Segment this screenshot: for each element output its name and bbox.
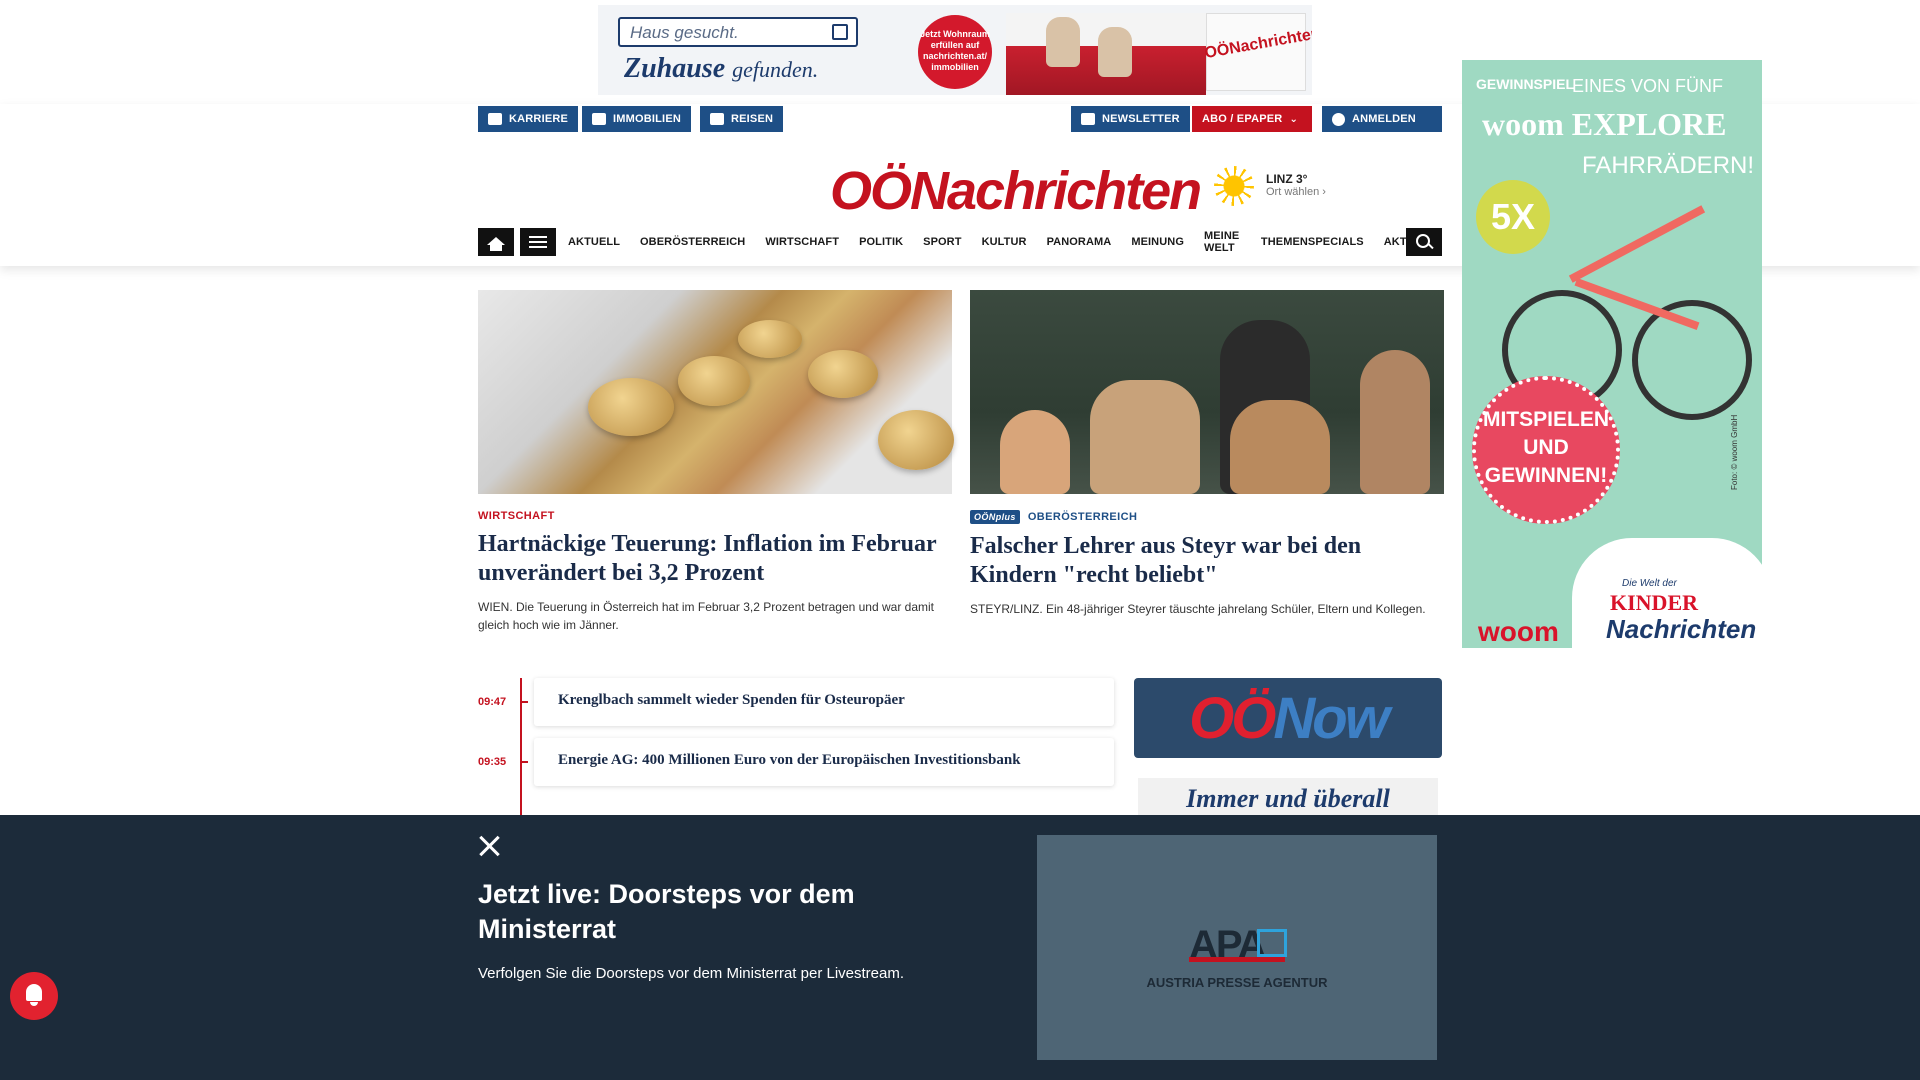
- overlay-title[interactable]: Jetzt live: Doorsteps vor dem Ministerra…: [478, 877, 918, 947]
- woom-logo: woom: [1478, 616, 1559, 647]
- ad-line: EINES VON FÜNF: [1572, 76, 1724, 96]
- weather-city: LINZ 3°: [1266, 172, 1308, 186]
- ad-burst: Jetzt Wohnraum erfüllen auf nachrichten.…: [918, 15, 992, 89]
- user-icon: [1332, 112, 1345, 126]
- ticker-row[interactable]: 09:35 Energie AG: 400 Millionen Euro von…: [478, 738, 1114, 786]
- bank-icon: [592, 113, 606, 125]
- plus-badge: OÖNplus: [970, 510, 1020, 524]
- site-logo[interactable]: OÖNachrichten: [830, 160, 1202, 222]
- ad-small-text: Die Welt der: [1622, 578, 1677, 589]
- article-title[interactable]: Falscher Lehrer aus Steyr war bei den Ki…: [970, 532, 1444, 590]
- live-overlay: Jetzt live: Doorsteps vor dem Ministerra…: [0, 815, 1920, 1080]
- reisen-button[interactable]: REISEN: [700, 106, 784, 132]
- choose-location-label: Ort wählen: [1266, 186, 1320, 198]
- home-icon[interactable]: [478, 228, 514, 256]
- article-title[interactable]: Hartnäckige Teuerung: Inflation im Febru…: [478, 530, 952, 588]
- reisen-label: REISEN: [731, 113, 774, 125]
- ticker-time: 09:47: [478, 696, 507, 708]
- ad-search-text: Haus gesucht.: [630, 23, 739, 42]
- abo-epaper-button[interactable]: ABO / EPAPER ⌄: [1192, 106, 1312, 132]
- nav-item-aktuell[interactable]: AKTUELL: [568, 236, 620, 248]
- ticker-time: 09:35: [478, 756, 507, 768]
- video-player[interactable]: APA AUSTRIA PRESSE AGENTUR: [1037, 835, 1437, 1060]
- karriere-button[interactable]: KARRIERE: [478, 106, 579, 132]
- briefcase-icon: [488, 113, 502, 125]
- apa-logo: APA: [1189, 923, 1289, 967]
- chevron-right-icon: ›: [1322, 186, 1326, 198]
- ad-line: FAHRRÄDERN!: [1582, 152, 1755, 179]
- ad-search-box: Haus gesucht.: [618, 17, 858, 47]
- nav-item-wirtschaft[interactable]: WIRTSCHAFT: [765, 236, 839, 248]
- ticker-row[interactable]: 09:47 Krenglbach sammelt wieder Spenden …: [478, 678, 1114, 726]
- nav-item-oberoesterreich[interactable]: OBERÖSTERREICH: [640, 236, 745, 248]
- kinder-logo: KINDER: [1610, 590, 1699, 615]
- article-teaser: STEYR/LINZ. Ein 48-jähriger Steyrer täus…: [970, 602, 1426, 616]
- house-icon: [832, 24, 848, 40]
- weather-widget[interactable]: LINZ 3° Ort wählen ›: [1214, 164, 1344, 208]
- chevron-down-icon: ⌄: [1289, 113, 1299, 125]
- nav-item-meine-welt[interactable]: MEINE WELT: [1204, 230, 1241, 254]
- close-icon[interactable]: [478, 835, 500, 857]
- top-ad-banner[interactable]: Haus gesucht. Zuhause gefunden. Jetzt Wo…: [598, 5, 1312, 95]
- article-kicker[interactable]: OÖNplus OBERÖSTERREICH: [970, 510, 1444, 524]
- login-label: ANMELDEN: [1352, 113, 1416, 125]
- article-card[interactable]: OÖNplus OBERÖSTERREICH Falscher Lehrer a…: [970, 290, 1444, 618]
- plane-icon: [710, 113, 724, 125]
- main-nav: AKTUELL OBERÖSTERREICH WIRTSCHAFT POLITI…: [478, 228, 1442, 256]
- ticker-title[interactable]: Energie AG: 400 Millionen Euro von der E…: [534, 738, 1114, 786]
- nav-item-sport[interactable]: SPORT: [923, 236, 961, 248]
- nav-item-meinung[interactable]: MEINUNG: [1131, 236, 1184, 248]
- article-image[interactable]: [970, 290, 1444, 494]
- abo-label: ABO / EPAPER: [1202, 113, 1283, 125]
- ad-count-badge: 5X: [1476, 180, 1550, 254]
- side-ad-banner[interactable]: GEWINNSPIEL EINES VON FÜNF woom EXPLORE …: [1462, 60, 1762, 648]
- search-icon[interactable]: [1406, 228, 1442, 256]
- ad-slogan-main: Zuhause: [624, 53, 726, 84]
- oonow-banner[interactable]: OÖ Now: [1134, 678, 1442, 758]
- newsletter-label: NEWSLETTER: [1102, 113, 1180, 125]
- nav-item-kultur[interactable]: KULTUR: [982, 236, 1027, 248]
- ad-label: GEWINNSPIEL: [1476, 76, 1575, 92]
- kicker-label: WIRTSCHAFT: [478, 510, 555, 522]
- ad-line: woom EXPLORE: [1482, 106, 1727, 142]
- bell-icon[interactable]: [10, 972, 58, 1020]
- immobilien-button[interactable]: IMMOBILIEN: [582, 106, 691, 132]
- nav-item-themenspecials[interactable]: THEMENSPECIALS: [1261, 236, 1364, 248]
- menu-icon[interactable]: [520, 228, 556, 256]
- ticker-title[interactable]: Krenglbach sammelt wieder Spenden für Os…: [534, 678, 1114, 726]
- promo-banner[interactable]: Immer und überall: [1138, 778, 1438, 818]
- nachrichten-logo: Nachrichten: [1606, 614, 1757, 644]
- article-image[interactable]: [478, 290, 954, 494]
- nav-item-politik[interactable]: POLITIK: [859, 236, 903, 248]
- sun-icon: [1214, 166, 1254, 206]
- mail-icon: [1081, 113, 1095, 125]
- news-ticker: 09:47 Krenglbach sammelt wieder Spenden …: [478, 678, 1114, 818]
- newsletter-button[interactable]: NEWSLETTER: [1071, 106, 1190, 132]
- apa-caption: AUSTRIA PRESSE AGENTUR: [1146, 975, 1328, 990]
- immobilien-label: IMMOBILIEN: [613, 113, 681, 125]
- kicker-label: OBERÖSTERREICH: [1027, 511, 1138, 523]
- ad-person: [1046, 17, 1080, 67]
- nav-items: AKTUELL OBERÖSTERREICH WIRTSCHAFT POLITI…: [568, 228, 1442, 256]
- login-button[interactable]: ANMELDEN: [1322, 106, 1442, 132]
- bike-frame: [1568, 205, 1706, 283]
- article-kicker[interactable]: WIRTSCHAFT: [478, 510, 952, 522]
- ad-slogan-sub: gefunden.: [732, 57, 819, 82]
- ad-cta-bubble: MITSPIELEN UND GEWINNEN!: [1472, 376, 1620, 524]
- overlay-description: Verfolgen Sie die Doorsteps vor dem Mini…: [478, 965, 905, 982]
- oonow-logo-now: Now: [1273, 685, 1389, 751]
- ad-sofa-image: [1006, 13, 1206, 95]
- oonow-logo-oo: OÖ: [1189, 685, 1276, 751]
- karriere-label: KARRIERE: [509, 113, 569, 125]
- article-teaser: WIEN. Die Teuerung in Österreich hat im …: [478, 600, 934, 632]
- article-card[interactable]: WIRTSCHAFT Hartnäckige Teuerung: Inflati…: [478, 290, 954, 634]
- bike-wheel: [1632, 300, 1752, 420]
- photo-credit: Foto: © woom GmbH: [1730, 414, 1739, 490]
- choose-location-link[interactable]: Ort wählen ›: [1266, 186, 1326, 198]
- nav-item-panorama[interactable]: PANORAMA: [1047, 236, 1112, 248]
- ad-person: [1098, 27, 1132, 77]
- ad-slogan: Zuhause gefunden.: [624, 53, 818, 85]
